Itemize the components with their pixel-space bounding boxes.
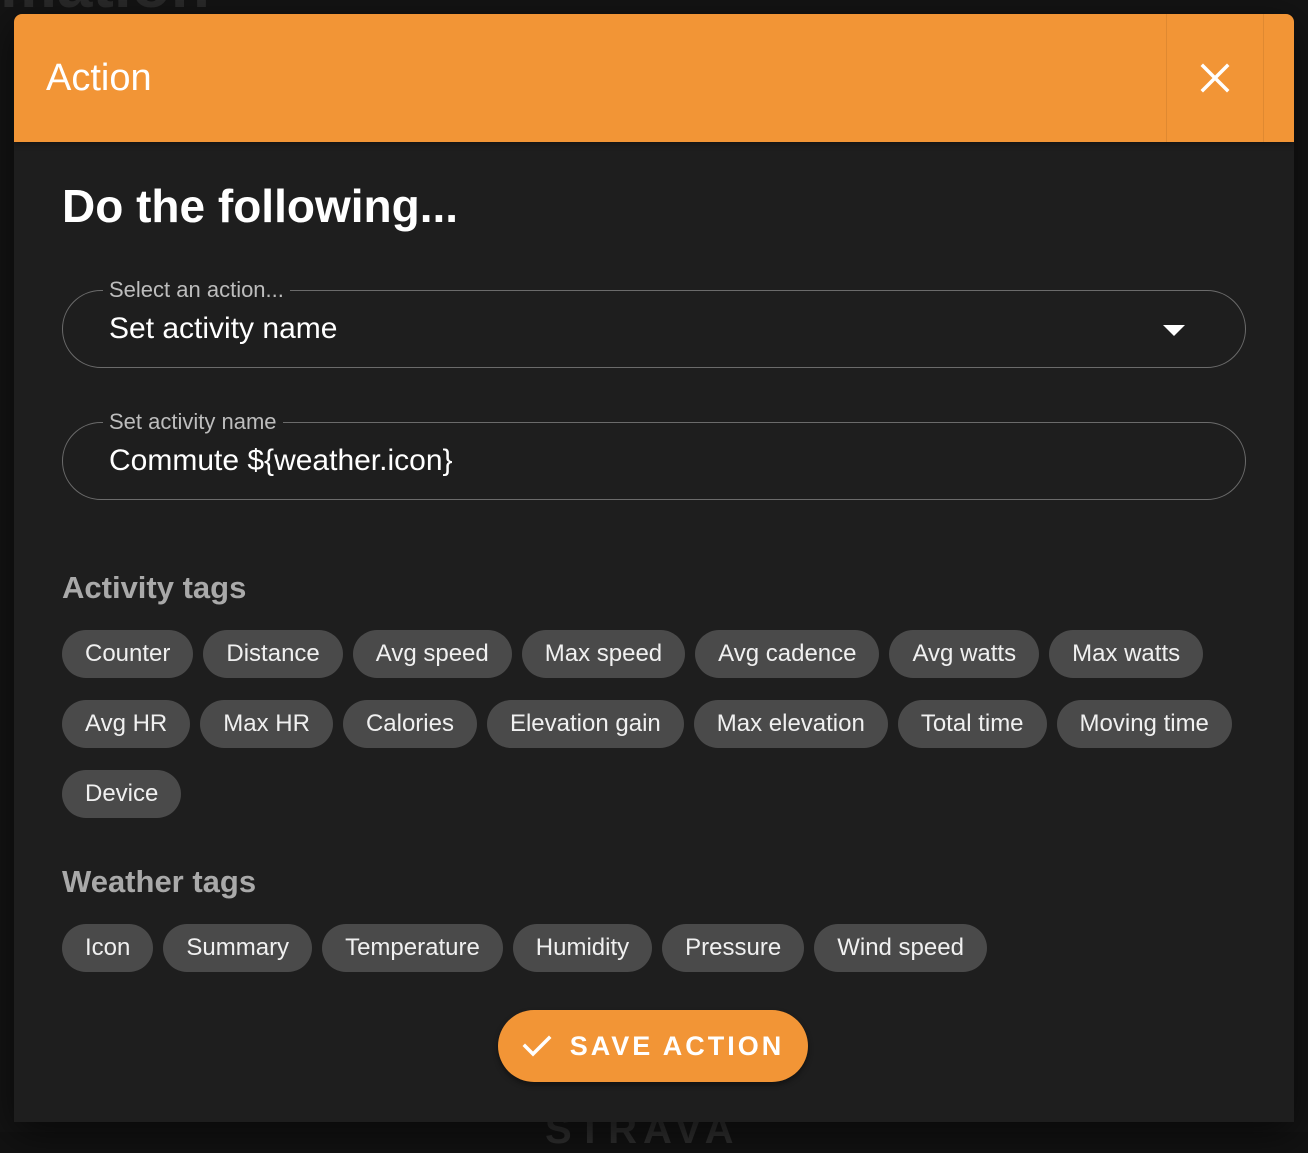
chevron-down-icon [1163,325,1185,336]
close-button[interactable] [1166,14,1264,142]
activity-tags-title: Activity tags [62,570,247,605]
activity-tag-chip[interactable]: Avg cadence [695,630,880,678]
action-dialog: Action Do the following... Select an act… [14,14,1294,1122]
action-select-value: Set activity name [109,312,338,345]
weather-tags-title: Weather tags [62,864,257,899]
weather-tag-chip[interactable]: Wind speed [814,924,987,972]
weather-tag-chip[interactable]: Pressure [662,924,805,972]
check-icon [522,1035,552,1057]
weather-tag-chip[interactable]: Summary [163,924,313,972]
action-select-label: Select an action... [103,277,290,303]
activity-tag-chip[interactable]: Distance [203,630,343,678]
activity-tag-chip[interactable]: Calories [342,700,477,748]
save-action-label: SAVE ACTION [569,1030,785,1061]
activity-tag-chip[interactable]: Avg speed [352,630,512,678]
activity-tag-chip[interactable]: Counter [62,630,194,678]
activity-tag-chip[interactable]: Max HR [200,700,333,748]
activity-tag-chip[interactable]: Max watts [1049,630,1204,678]
activity-tag-chip[interactable]: Elevation gain [486,700,684,748]
save-action-button[interactable]: SAVE ACTION [498,1010,808,1082]
activity-tag-chip[interactable]: Total time [897,700,1047,748]
activity-tag-chip[interactable]: Avg watts [889,630,1040,678]
activity-name-field[interactable]: Set activity name [62,409,1246,500]
activity-tag-chip[interactable]: Device [62,770,182,818]
weather-tags-list: Icon Summary Temperature Humidity Pressure Wi… [62,924,1246,972]
activity-tag-chip[interactable]: Moving time [1056,700,1232,748]
weather-tag-chip[interactable]: Humidity [512,924,653,972]
dialog-title: Action [46,57,152,99]
activity-tag-chip[interactable]: Max elevation [693,700,888,748]
activity-tag-chip[interactable]: Avg HR [62,700,191,748]
activity-name-input[interactable] [109,441,1189,481]
weather-tag-chip[interactable]: Icon [62,924,154,972]
activity-name-label: Set activity name [103,409,283,435]
close-icon [1200,63,1230,93]
action-select[interactable]: Select an action... Set activity name [62,277,1246,368]
weather-tag-chip[interactable]: Temperature [322,924,503,972]
activity-tag-chip[interactable]: Max speed [521,630,686,678]
dialog-heading: Do the following... [62,180,459,232]
activity-tags-list: Counter Distance Avg speed Max speed Avg cad… [62,630,1246,818]
dialog-toolbar: Action [14,14,1294,142]
